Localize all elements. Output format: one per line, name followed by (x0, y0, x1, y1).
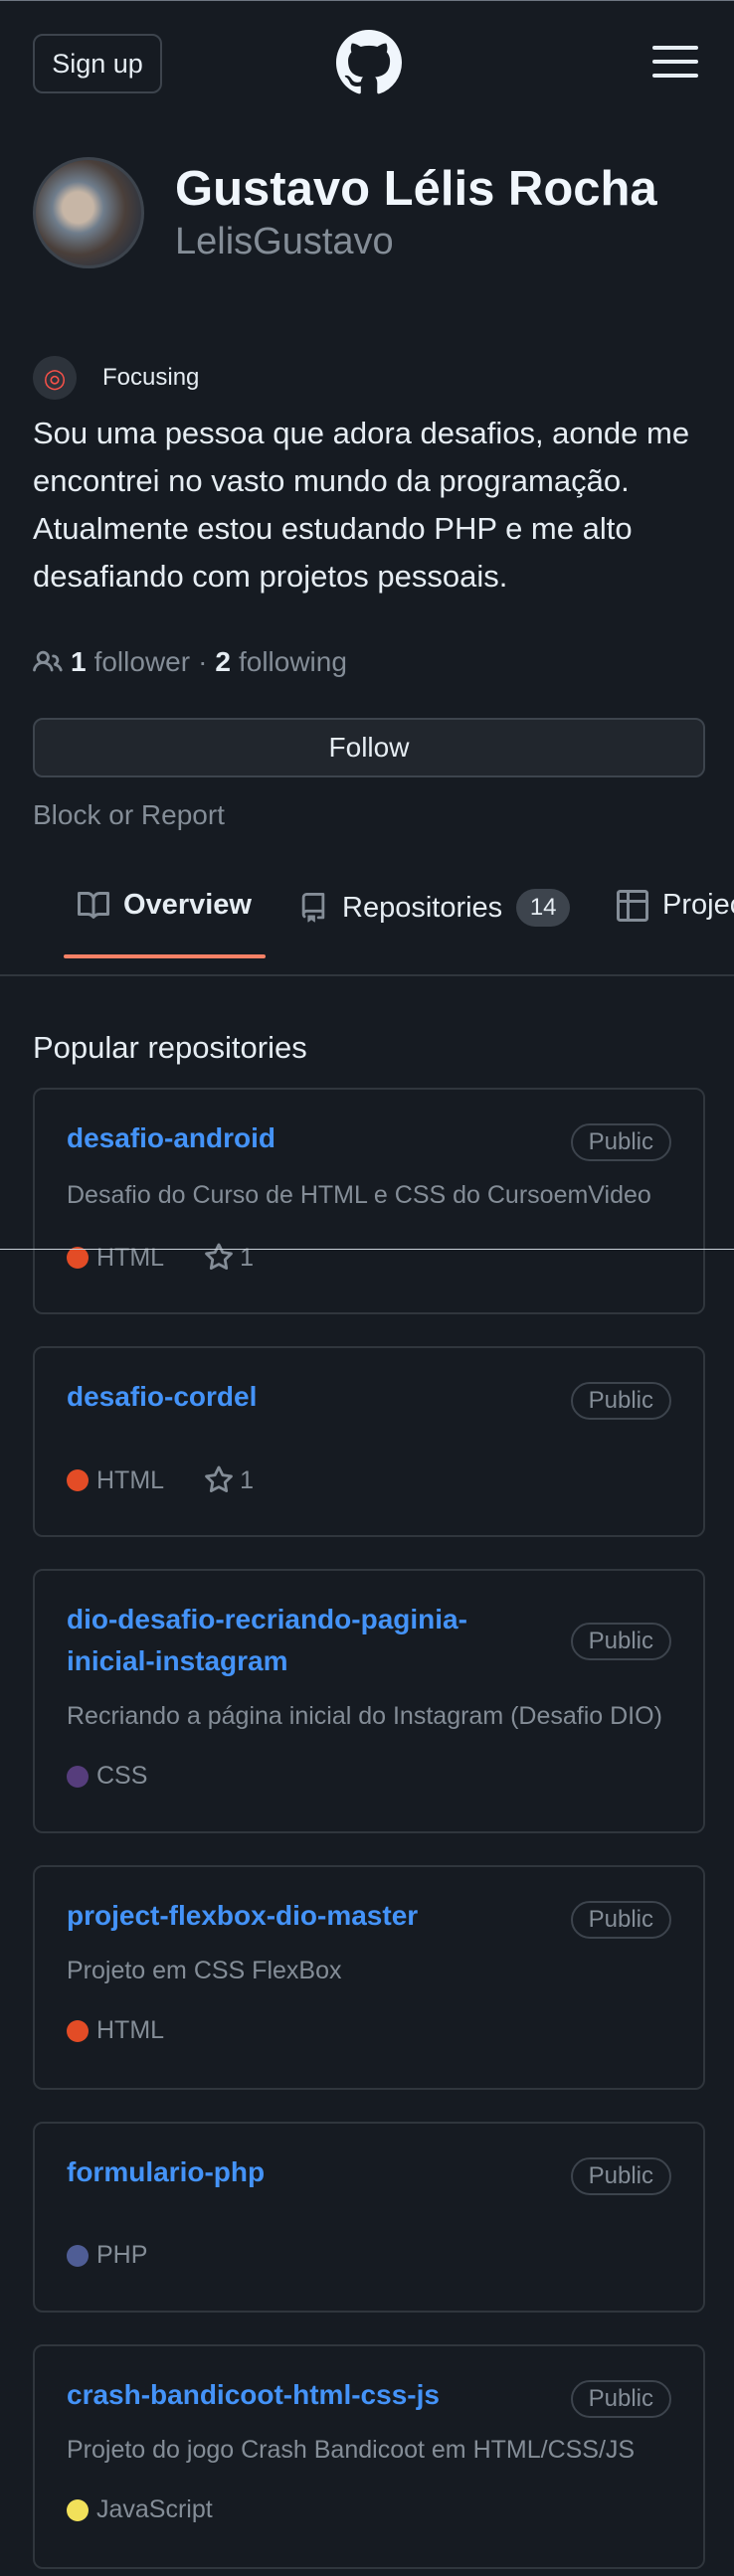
repo-card: project-flexbox-dio-master Public Projet… (33, 1865, 705, 2090)
repo-meta: PHP (67, 2241, 147, 2270)
profile-bio: Sou uma pessoa que adora desafios, aonde… (33, 416, 690, 594)
language-color-dot (67, 1765, 89, 1788)
repo-language: PHP (96, 2241, 148, 2269)
follow-stats: 1 follower · 2 following (33, 646, 347, 678)
repo-language: HTML (96, 1243, 165, 1272)
visibility-badge: Public (570, 1123, 671, 1161)
repo-card: dio-desafio-recriando-paginia-inicial-in… (33, 1569, 705, 1833)
tab-overview[interactable]: Overview (78, 889, 252, 922)
repo-language: HTML (96, 1465, 165, 1494)
tab-projects[interactable]: Projects (617, 889, 734, 922)
stargazers-link[interactable]: 1 (204, 1465, 254, 1495)
visibility-badge: Public (570, 1382, 671, 1420)
dart-icon: ◎ (33, 356, 77, 400)
repo-link[interactable]: project-flexbox-dio-master (67, 1895, 564, 1937)
repo-link[interactable]: dio-desafio-recriando-paginia-inicial-in… (67, 1599, 524, 1682)
tab-label: Projects (662, 889, 734, 921)
repo-meta: HTML (67, 2016, 164, 2045)
repo-description: Desafio do Curso de HTML e CSS do Cursoe… (67, 1181, 651, 1209)
active-tab-indicator (64, 954, 266, 958)
tab-label: Repositories (342, 891, 503, 924)
language-color-dot (67, 2019, 89, 2042)
project-table-icon (617, 889, 648, 922)
language-color-dot (67, 1247, 89, 1269)
repo-language: HTML (96, 2016, 165, 2044)
tab-repositories[interactable]: Repositories 14 (298, 889, 571, 927)
repo-language: CSS (96, 1762, 148, 1790)
profile-name: Gustavo Lélis Rocha (175, 162, 657, 216)
visibility-badge: Public (570, 2380, 671, 2418)
profile-tabs: Overview Repositories 14 Projects (0, 865, 734, 976)
repo-meta: HTML 1 (67, 1465, 254, 1495)
tab-label: Overview (123, 889, 252, 921)
stargazers-link[interactable]: 1 (204, 1243, 254, 1273)
repo-card: desafio-android Public Desafio do Curso … (33, 1088, 705, 1314)
repo-card: desafio-cordel Public HTML 1 (33, 1346, 705, 1537)
follow-button[interactable]: Follow (33, 718, 705, 777)
repo-meta: JavaScript (67, 2495, 213, 2524)
repo-icon (301, 893, 325, 923)
repo-link[interactable]: desafio-cordel (67, 1376, 564, 1418)
star-icon (205, 1465, 233, 1493)
block-or-report-link[interactable]: Block or Report (33, 799, 225, 831)
site-header: Sign up (0, 0, 734, 129)
repo-card: crash-bandicoot-html-css-js Public Proje… (33, 2344, 705, 2569)
repo-link[interactable]: desafio-android (67, 1117, 564, 1159)
repo-meta: CSS (67, 1762, 147, 1791)
avatar[interactable] (33, 157, 144, 268)
visibility-badge: Public (570, 2157, 671, 2195)
popular-repositories-heading: Popular repositories (33, 1030, 307, 1065)
github-mark-icon[interactable] (336, 30, 402, 95)
repo-link[interactable]: formulario-php (67, 2151, 564, 2193)
visibility-badge: Public (570, 1623, 671, 1660)
sign-up-button[interactable]: Sign up (33, 34, 162, 93)
language-color-dot (67, 1469, 89, 1491)
user-status[interactable]: ◎ Focusing (33, 356, 199, 400)
profile-page: Sign up Gustavo Lélis Rocha LelisGustavo… (0, 0, 734, 2576)
visibility-badge: Public (570, 1901, 671, 1939)
repo-description: Recriando a página inicial do Instagram … (67, 1702, 662, 1730)
language-color-dot (67, 2498, 89, 2521)
star-icon (205, 1243, 233, 1271)
profile-login: LelisGustavo (175, 221, 394, 262)
status-text: Focusing (102, 364, 200, 391)
repo-link[interactable]: crash-bandicoot-html-css-js (67, 2374, 564, 2416)
book-icon (78, 891, 109, 919)
repo-language: JavaScript (96, 2495, 213, 2523)
repo-description: Projeto em CSS FlexBox (67, 1957, 342, 1984)
repo-meta: HTML 1 (67, 1243, 254, 1273)
followers-link[interactable]: 1 follower (71, 646, 190, 678)
repo-card: formulario-php Public PHP (33, 2122, 705, 2313)
people-icon (33, 650, 63, 672)
following-link[interactable]: 2 following (215, 646, 347, 678)
repositories-count-badge: 14 (516, 889, 571, 927)
language-color-dot (67, 2244, 89, 2267)
divider-line (0, 1249, 734, 1250)
hamburger-menu-icon[interactable] (652, 46, 698, 80)
repo-description: Projeto do jogo Crash Bandicoot em HTML/… (67, 2436, 636, 2464)
